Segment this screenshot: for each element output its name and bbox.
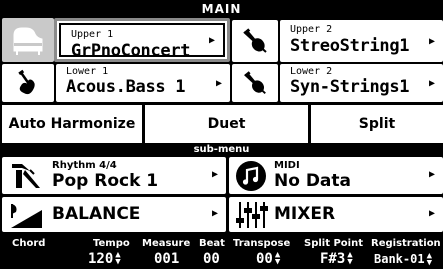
lower2-tone-name: Syn-Strings1 [290,77,410,97]
upper1-tone-icon[interactable] [2,18,54,62]
upper2-tone-slot[interactable]: Upper 2 StreoString1 ▶ [280,20,443,62]
midi-label: MIDI [274,160,300,171]
lower1-label: Lower 1 [66,66,109,77]
arrow-right-icon: ▶ [208,34,215,46]
mixer-label: MIXER [274,204,336,224]
split-point-label: Split Point [304,238,364,249]
split-point-value: F#3 [320,251,346,267]
split-point-control[interactable]: F#3 ▲ ▼ [320,251,353,268]
rhythm-name: Pop Rock 1 [52,171,159,191]
tempo-value: 120 [88,251,114,267]
up-down-arrows-icon[interactable]: ▲ ▼ [275,251,280,267]
upper1-label: Upper 1 [71,29,114,40]
metronome-icon [12,164,40,188]
mixer-faders-icon [236,202,268,228]
upper1-tone-name: GrPnoConcert [71,41,191,61]
split-button[interactable]: Split [311,105,443,143]
arrow-right-icon: ▶ [215,77,222,89]
lower1-tone-name: Acous.Bass 1 [66,77,186,97]
grand-piano-icon [13,27,43,55]
measure-label: Measure [142,238,191,249]
beat-label: Beat [199,238,225,249]
violin-icon [244,71,266,94]
upper2-tone-name: StreoString1 [290,36,410,56]
lower1-tone-icon[interactable] [2,64,54,102]
mixer-menu-item[interactable]: MIXER ▶ [229,197,443,232]
registration-label: Registration [371,238,441,249]
upper1-tone-slot[interactable]: Upper 1 GrPnoConcert ▶ [54,18,230,62]
arrow-right-icon: ▶ [211,208,218,219]
arrow-right-icon: ▶ [428,35,435,47]
measure-value: 001 [154,251,180,267]
beat-value: 00 [203,251,220,267]
balance-icon [11,204,42,228]
balance-menu-item[interactable]: BALANCE ▶ [2,197,226,232]
upper2-label: Upper 2 [290,24,333,35]
arrow-right-icon: ▶ [428,208,435,219]
lower2-tone-icon[interactable] [232,64,278,102]
bass-guitar-icon [18,69,35,95]
lower1-tone-slot[interactable]: Lower 1 Acous.Bass 1 ▶ [56,64,230,102]
midi-status: No Data [274,171,352,191]
upper2-tone-icon[interactable] [232,20,278,62]
up-down-arrows-icon[interactable]: ▲ ▼ [427,251,432,267]
lower2-label: Lower 2 [290,66,333,77]
transpose-control[interactable]: 00 ▲ ▼ [256,251,280,268]
screen-title: MAIN [201,2,242,16]
arrow-right-icon: ▶ [428,77,435,89]
transpose-value: 00 [256,251,273,267]
lower2-tone-slot[interactable]: Lower 2 Syn-Strings1 ▶ [280,64,443,102]
auto-harmonize-button[interactable]: Auto Harmonize [2,105,142,143]
up-down-arrows-icon[interactable]: ▲ ▼ [115,251,120,267]
submenu-title: sub-menu [193,144,250,155]
midi-menu-item[interactable]: MIDI No Data ▶ [229,157,443,194]
arrow-right-icon: ▶ [211,169,218,180]
arrow-right-icon: ▶ [428,169,435,180]
transpose-label: Transpose [233,238,291,249]
tempo-label: Tempo [93,238,130,249]
registration-value: Bank-01 [374,252,425,266]
violin-icon [243,28,267,53]
up-down-arrows-icon[interactable]: ▲ ▼ [347,251,352,267]
status-bar: Chord Tempo 120 ▲ ▼ Measure 001 Beat 00 Tr… [0,234,443,269]
duet-button[interactable]: Duet [145,105,308,143]
music-note-icon [236,161,266,191]
rhythm-label: Rhythm 4/4 [52,160,117,171]
chord-label: Chord [12,238,46,249]
balance-label: BALANCE [52,204,141,224]
registration-control[interactable]: Bank-01 ▲ ▼ [374,251,432,267]
tempo-control[interactable]: 120 ▲ ▼ [88,251,121,268]
rhythm-menu-item[interactable]: Rhythm 4/4 Pop Rock 1 ▶ [2,157,226,194]
